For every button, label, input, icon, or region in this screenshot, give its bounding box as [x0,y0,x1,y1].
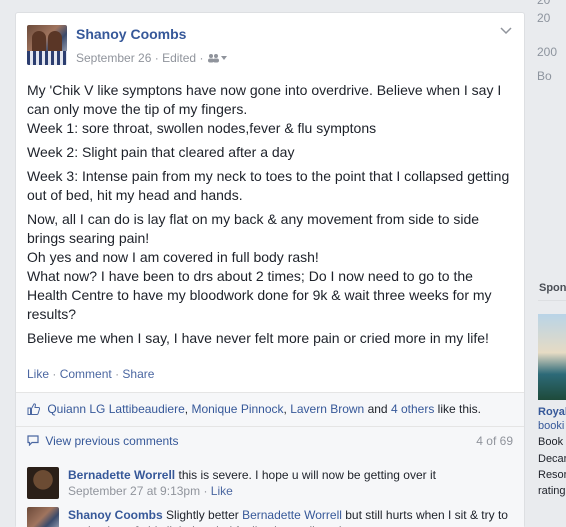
sidebar-divider [538,300,566,301]
audience-friends-icon[interactable] [207,53,227,63]
sidebar-born-link[interactable]: Bo [537,69,552,83]
post-actions: Like · Comment · Share [27,367,155,381]
like-link[interactable]: Like [27,367,49,381]
commenter-avatar[interactable] [27,507,59,527]
edited-label[interactable]: Edited [162,51,196,65]
likes-suffix: like this. [437,402,482,416]
thumbs-up-icon [27,403,40,415]
liker-name[interactable]: Quiann LG Lattibeaudiere [47,402,184,416]
commenter-name[interactable]: Shanoy Coombs [68,508,163,522]
commenter-avatar[interactable] [27,467,59,499]
ad-text: Decar [538,453,566,465]
sponsored-heading: Spon [539,282,566,294]
separator-dot: · [154,51,163,65]
post-paragraph: Believe me when I say, I have never felt… [27,330,489,346]
post-date[interactable]: September 26 [76,51,151,65]
ad-text: Resor [538,469,566,481]
comments-section: View previous comments 4 of 69 Bernadett… [16,426,524,527]
post-paragraph: Week 3: Intense pain from my neck to toe… [27,168,510,203]
ad-text: Book [538,436,564,448]
others-link[interactable]: 4 others [391,402,434,416]
sidebar-year-link[interactable]: 20 [537,11,550,25]
post-body: My 'Chik V like symptons have now gone i… [27,81,517,353]
separator-dot: · [199,51,207,65]
chevron-down-icon[interactable] [500,27,512,35]
view-previous-comments[interactable]: View previous comments [27,434,179,448]
comment-count: 4 of 69 [476,434,513,448]
liker-name[interactable]: Monique Pinnock [191,402,283,416]
comment-text: this is severe. I hope u will now be get… [178,468,436,482]
likes-summary: Quiann LG Lattibeaudiere, Monique Pinnoc… [16,392,524,426]
post-paragraph: My 'Chik V like symptons have now gone i… [27,82,502,136]
comment-like-link[interactable]: Like [211,484,233,498]
sidebar-year-link[interactable]: 20 [537,0,550,7]
comment-link[interactable]: Comment [60,367,112,381]
post-author[interactable]: Shanoy Coombs [76,26,186,42]
likes-and: and [367,402,388,416]
liker-name[interactable]: Lavern Brown [290,402,364,416]
post-paragraph: Now, all I can do is lay flat on my back… [27,211,492,322]
sidebar-year-link[interactable]: 200 [537,45,557,59]
comment-text: Slightly better [166,508,239,522]
ad-link[interactable]: booki [538,420,564,432]
ad-title[interactable]: Royal [538,406,566,418]
post-card: Shanoy Coombs September 26 · Edited · My… [15,12,525,527]
post-paragraph: Week 2: Slight pain that cleared after a… [27,144,295,160]
ad-text: rating [538,485,566,497]
comment-mention[interactable]: Bernadette Worrell [242,508,342,522]
ad-image[interactable] [538,314,566,400]
commenter-name[interactable]: Bernadette Worrell [68,468,175,482]
post-meta: September 26 · Edited · [76,51,227,65]
share-link[interactable]: Share [122,367,154,381]
comment-time[interactable]: September 27 at 9:13pm [68,484,200,498]
comment-bubble-icon [27,435,39,447]
author-avatar[interactable] [27,25,67,65]
